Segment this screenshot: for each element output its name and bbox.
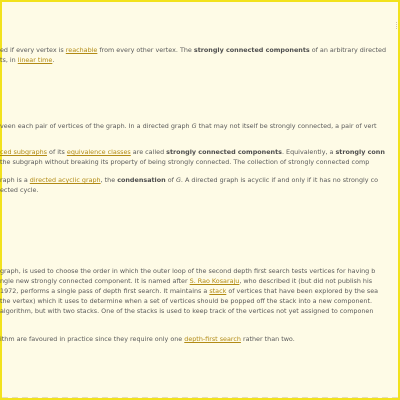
- link-depth-first-search[interactable]: depth-first search: [184, 335, 241, 343]
- term-strongly-conn: strongly conn: [335, 148, 385, 156]
- link-induced-subgraphs[interactable]: ced subgraphs: [0, 148, 47, 156]
- algorithm-line-4: the vertex) which it uses to determine w…: [0, 297, 400, 305]
- text: . Equivalently, a: [281, 148, 336, 156]
- text: graph, is used to choose the order in wh…: [0, 267, 376, 275]
- algorithm-line-2: ngle new strongly connected component. I…: [0, 277, 400, 285]
- text: , who described it (but did not publish …: [239, 277, 373, 285]
- text: ts, in: [0, 56, 18, 64]
- algorithm-line-1: graph, is used to choose the order in wh…: [0, 267, 400, 275]
- scroll-hint: [391, 22, 397, 29]
- text: of: [165, 176, 176, 184]
- text: . A directed graph is acyclic if and onl…: [180, 176, 379, 184]
- link-linear-time[interactable]: linear time: [18, 56, 53, 64]
- link-equivalence-classes[interactable]: equivalence classes: [67, 148, 131, 156]
- intro-line-1: ed if every vertex is reachable from eve…: [0, 46, 400, 54]
- practice-line-1: ithm are favoured in practice since they…: [0, 335, 400, 343]
- text: ected cycle.: [0, 186, 39, 194]
- term-strongly-connected-components: strongly connected components: [193, 46, 310, 54]
- link-stack[interactable]: stack: [209, 287, 226, 295]
- link-directed-acyclic-graph[interactable]: directed acyclic graph: [30, 176, 101, 184]
- text: , the: [100, 176, 118, 184]
- text: algorithm, but with two stacks. One of t…: [0, 307, 374, 315]
- algorithm-line-5: algorithm, but with two stacks. One of t…: [0, 307, 400, 315]
- subgraphs-line-2: the subgraph without breaking its proper…: [0, 158, 400, 166]
- link-reachable[interactable]: reachable: [66, 46, 98, 54]
- text: rather than two.: [240, 335, 295, 343]
- text: .: [52, 56, 55, 64]
- text: of vertices that have been explored by t…: [226, 287, 379, 295]
- text: that may not itself be strongly connecte…: [196, 122, 377, 130]
- text: the vertex) which it uses to determine w…: [0, 297, 373, 305]
- link-s-rao-kosaraju[interactable]: S. Rao Kosaraju: [190, 277, 240, 285]
- text: raph is a: [0, 176, 30, 184]
- definitions-line-1: veen each pair of vertices of the graph.…: [0, 122, 400, 130]
- condensation-line-2: ected cycle.: [0, 186, 400, 194]
- cut-off-next-line: [2, 397, 398, 398]
- subgraphs-line-1: ced subgraphs of its equivalence classes…: [0, 148, 400, 156]
- text: of an arbitrary directed: [309, 46, 387, 54]
- text: of its: [47, 148, 67, 156]
- term-scc: strongly connected components: [166, 148, 282, 156]
- text: ngle new strongly connected component. I…: [0, 277, 190, 285]
- text: veen each pair of vertices of the graph.…: [0, 122, 192, 130]
- text: 1972, performs a single pass of depth fi…: [0, 287, 210, 295]
- algorithm-line-3: 1972, performs a single pass of depth fi…: [0, 287, 400, 295]
- intro-line-2: ts, in linear time.: [0, 56, 400, 64]
- term-condensation: condensation: [117, 176, 166, 184]
- text: ithm are favoured in practice since they…: [0, 335, 185, 343]
- condensation-line-1: raph is a directed acyclic graph, the co…: [0, 176, 400, 184]
- text: ed if every vertex is: [0, 46, 66, 54]
- text: from every other vertex. The: [97, 46, 194, 54]
- text: the subgraph without breaking its proper…: [0, 158, 370, 166]
- text: are called: [130, 148, 167, 156]
